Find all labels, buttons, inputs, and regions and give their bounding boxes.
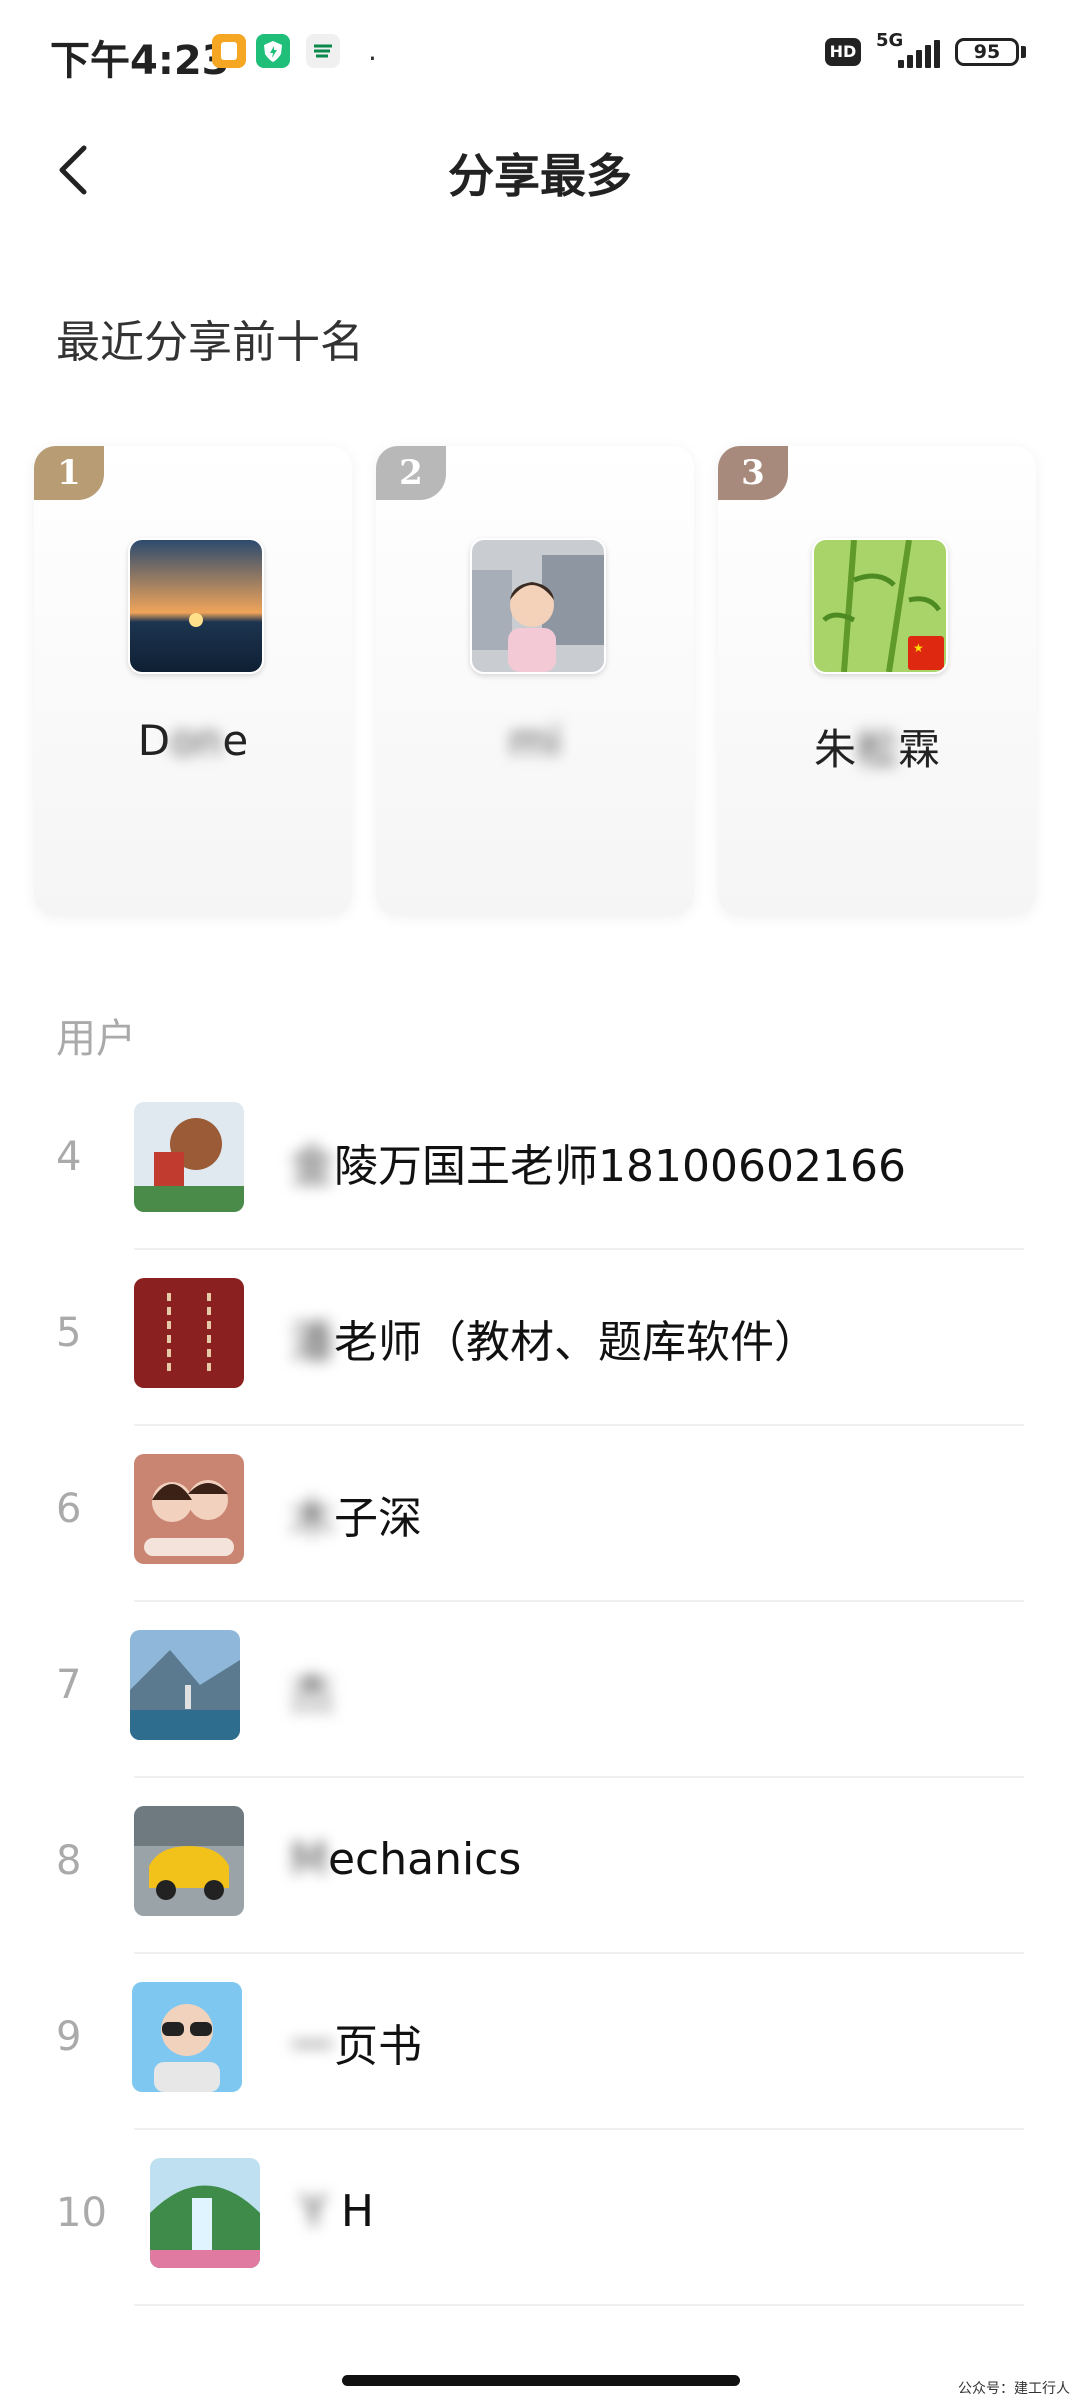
- card-username: Done: [137, 716, 249, 765]
- signal-icon: [898, 38, 942, 68]
- avatar: [128, 538, 264, 674]
- rank-number: 8: [56, 1838, 82, 1884]
- battery-icon: 95: [955, 38, 1019, 66]
- hd-voice-badge: HD: [825, 38, 861, 66]
- username: 金陵万国王老师18100602166: [290, 1141, 906, 1192]
- rank-badge: 2: [376, 446, 446, 500]
- list-item[interactable]: 5 潘老师（教材、题库软件）: [0, 1250, 1080, 1426]
- username: 一页书: [290, 2021, 422, 2072]
- notes-app-icon: [212, 34, 246, 68]
- status-bar: 下午4:23 · HD 5G 95: [0, 0, 1080, 110]
- avatar: [134, 1278, 244, 1388]
- username: Mechanics: [290, 1834, 522, 1885]
- list-item[interactable]: 7 杰: [0, 1602, 1080, 1778]
- share-ranking-page: 下午4:23 · HD 5G 95 分享最多 最近分享前十名 1 Done 2 …: [0, 0, 1080, 2400]
- username: 潘老师（教材、题库软件）: [290, 1317, 818, 1368]
- card-username: mi: [508, 716, 562, 765]
- rank-badge: 1: [34, 446, 104, 500]
- status-more-dot: ·: [368, 42, 377, 75]
- list-item[interactable]: 8 Mechanics: [0, 1778, 1080, 1954]
- avatar: [130, 1630, 240, 1740]
- username: 木子深: [290, 1493, 422, 1544]
- avatar: [134, 1454, 244, 1564]
- avatar: [132, 1982, 242, 2092]
- rank-number: 6: [56, 1486, 82, 1532]
- list-item[interactable]: 6 木子深: [0, 1426, 1080, 1602]
- rank-number: 4: [56, 1134, 82, 1180]
- username: 杰: [290, 1669, 334, 1720]
- watermark-text: 公众号：建工行人: [958, 2381, 1070, 2397]
- avatar: [150, 2158, 260, 2268]
- postal-app-icon: [306, 34, 340, 68]
- avatar: [134, 1806, 244, 1916]
- rank-number: 10: [56, 2190, 107, 2236]
- top-card-2[interactable]: 2 mi: [376, 446, 694, 916]
- battery-cap: [1021, 46, 1026, 58]
- rank-badge: 3: [718, 446, 788, 500]
- card-username: 朱松霖: [813, 725, 941, 774]
- avatar: ★: [812, 538, 948, 674]
- shield-app-icon: [256, 34, 290, 68]
- status-time: 下午4:23: [50, 38, 230, 84]
- avatar: [470, 538, 606, 674]
- username: Y H: [300, 2186, 374, 2237]
- top-card-1[interactable]: 1 Done: [34, 446, 352, 916]
- section-title: 最近分享前十名: [56, 317, 364, 368]
- svg-text:★: ★: [913, 641, 924, 655]
- list-item[interactable]: 4 金陵万国王老师18100602166: [0, 1074, 1080, 1250]
- divider: [134, 2304, 1024, 2306]
- rank-number: 7: [56, 1662, 82, 1708]
- avatar: [134, 1102, 244, 1212]
- list-item[interactable]: 10 Y H: [0, 2130, 1080, 2306]
- top-card-3[interactable]: 3 ★ 朱松霖: [718, 446, 1036, 916]
- home-indicator[interactable]: [342, 2375, 740, 2386]
- rank-number: 9: [56, 2014, 82, 2060]
- users-section-label: 用户: [56, 1016, 136, 1062]
- page-title: 分享最多: [448, 149, 632, 203]
- list-item[interactable]: 9 一页书: [0, 1954, 1080, 2130]
- rank-number: 5: [56, 1310, 82, 1356]
